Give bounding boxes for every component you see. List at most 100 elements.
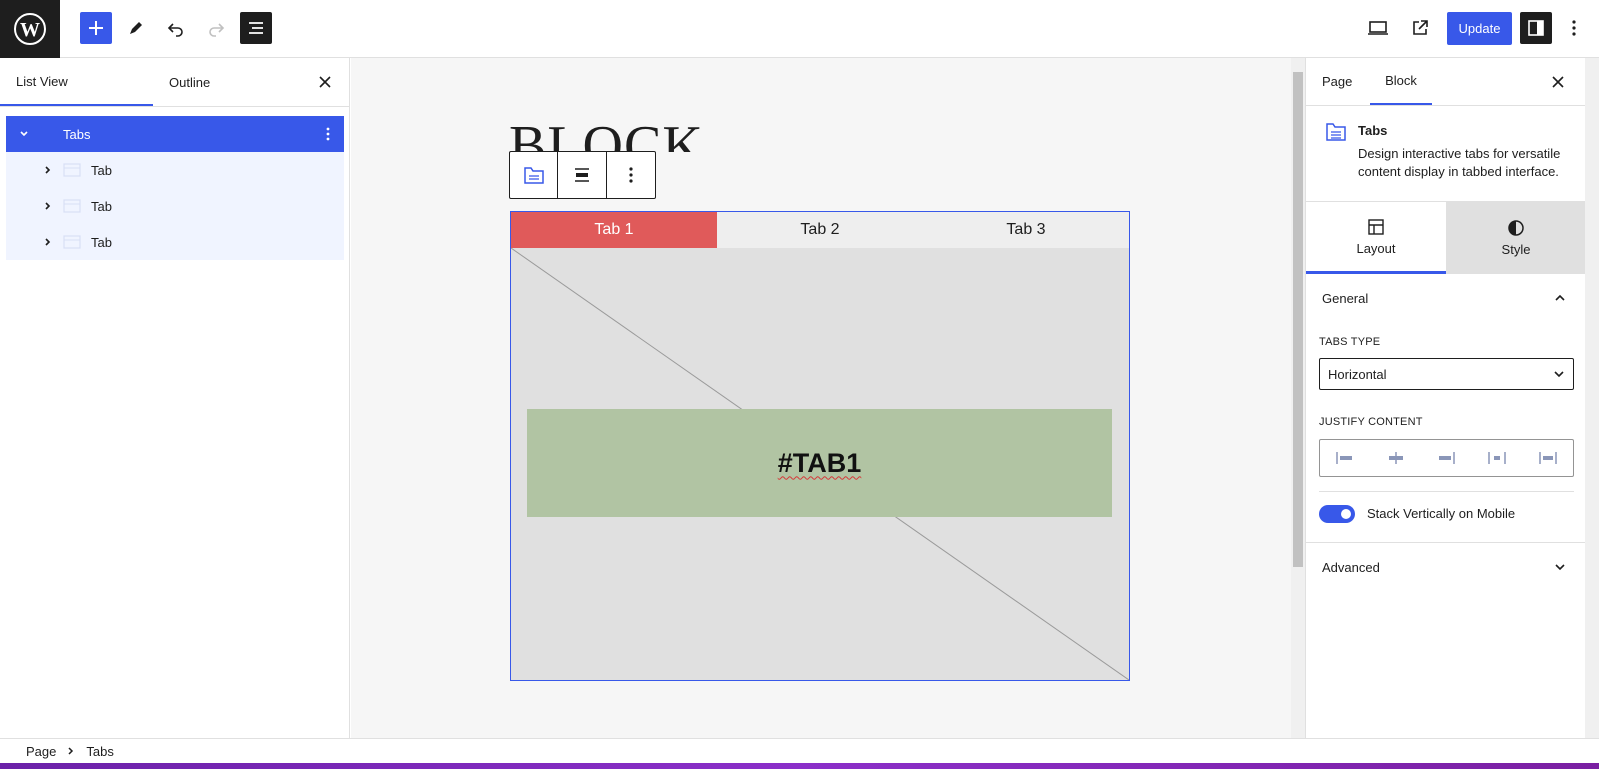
- justify-space-between-icon: [1488, 452, 1506, 464]
- add-block-button[interactable]: [80, 12, 112, 44]
- block-options-button[interactable]: [607, 152, 655, 198]
- list-item-tab[interactable]: Tab: [6, 152, 344, 188]
- list-item-label: Tab: [91, 162, 112, 178]
- update-button[interactable]: Update: [1447, 12, 1512, 45]
- sidebar-tabs: Page Block: [1306, 58, 1586, 106]
- justify-right-button[interactable]: [1421, 440, 1472, 476]
- justify-left-button[interactable]: [1320, 440, 1371, 476]
- general-panel-header[interactable]: General: [1306, 274, 1586, 322]
- justify-stretch-icon: [1538, 452, 1557, 464]
- undo-button[interactable]: [160, 12, 192, 44]
- chevron-right-icon[interactable]: [36, 194, 60, 218]
- tab-block[interactable]: Block: [1370, 58, 1432, 105]
- tab-page[interactable]: Page: [1322, 58, 1370, 105]
- sidebar-scrollbar[interactable]: [1585, 58, 1599, 738]
- settings-button[interactable]: [1520, 12, 1552, 44]
- justify-stretch-button[interactable]: [1522, 440, 1573, 476]
- list-item-label: Tabs: [63, 126, 91, 142]
- tab-outline[interactable]: Outline: [153, 58, 293, 106]
- tabs-block-icon: [523, 167, 544, 184]
- more-vertical-icon: [629, 167, 633, 183]
- chevron-right-icon: [68, 747, 74, 755]
- list-view-icon: [249, 22, 263, 34]
- redo-icon: [209, 23, 225, 37]
- list-view-panel: List View Outline Tabs Tab Tab Tab: [0, 58, 350, 738]
- chevron-down-icon: [1548, 555, 1572, 579]
- tabs-header: Tab 1 Tab 2 Tab 3: [511, 212, 1129, 248]
- justify-content-label: Justify Content: [1319, 416, 1423, 428]
- wordpress-logo-button[interactable]: W: [0, 0, 60, 58]
- align-button[interactable]: [558, 152, 607, 198]
- justify-space-between-button[interactable]: [1472, 440, 1523, 476]
- block-breadcrumb: Page Tabs: [0, 738, 1599, 763]
- list-item-label: Tab: [91, 234, 112, 250]
- justify-left-icon: [1336, 452, 1353, 464]
- tab-style[interactable]: Style: [1446, 202, 1586, 274]
- block-toolbar: [509, 151, 656, 199]
- justify-center-button[interactable]: [1371, 440, 1422, 476]
- chevron-up-icon: [1548, 286, 1572, 310]
- list-item-tabs[interactable]: Tabs: [6, 116, 344, 152]
- advanced-panel-header[interactable]: Advanced: [1306, 543, 1586, 591]
- svg-text:W: W: [20, 19, 40, 41]
- stack-vertically-toggle[interactable]: [1319, 505, 1355, 523]
- tab-layout[interactable]: Layout: [1306, 202, 1446, 274]
- document-overview-button[interactable]: [240, 12, 272, 44]
- external-link-icon: [1413, 20, 1428, 35]
- tab-style-label: Style: [1501, 242, 1531, 257]
- tab-content-panel[interactable]: #TAB1: [527, 409, 1112, 517]
- chevron-down-icon[interactable]: [12, 122, 36, 146]
- page-title[interactable]: BLOCK: [509, 118, 704, 152]
- align-wide-icon: [575, 168, 590, 182]
- close-icon: [1552, 76, 1564, 88]
- divider: [1319, 491, 1574, 492]
- view-page-button[interactable]: [1404, 12, 1436, 44]
- chevron-right-icon[interactable]: [36, 158, 60, 182]
- justify-content-group: [1319, 439, 1574, 477]
- options-button[interactable]: [1560, 12, 1588, 44]
- scrollbar-thumb[interactable]: [1293, 72, 1303, 567]
- more-vertical-icon: [1572, 20, 1576, 36]
- close-list-view-button[interactable]: [314, 70, 336, 94]
- inspector-tabs: Layout Style: [1306, 202, 1586, 274]
- plus-icon: [89, 21, 103, 35]
- more-vertical-icon[interactable]: [318, 122, 338, 146]
- tabs-block[interactable]: Tab 1 Tab 2 Tab 3 #TAB1: [510, 211, 1130, 681]
- block-card-title: Tabs: [1358, 123, 1388, 138]
- editor-canvas[interactable]: BLOCK Tab 1 Tab 2 Tab 3 #TAB1: [351, 58, 1291, 738]
- tabs-type-select[interactable]: Horizontal: [1319, 358, 1574, 390]
- canvas-scrollbar[interactable]: [1291, 58, 1305, 738]
- close-settings-button[interactable]: [1546, 70, 1570, 94]
- tab-list-view[interactable]: List View: [0, 58, 153, 106]
- tools-button[interactable]: [120, 12, 152, 44]
- tab-block-icon: [61, 159, 83, 181]
- desktop-icon: [1368, 21, 1388, 35]
- general-panel-title: General: [1322, 290, 1369, 306]
- view-button[interactable]: [1362, 12, 1394, 44]
- taskbar-strip: [0, 763, 1599, 769]
- tab-2[interactable]: Tab 2: [717, 212, 923, 248]
- block-card-description: Design interactive tabs for versatile co…: [1358, 146, 1561, 179]
- justify-center-icon: [1388, 452, 1403, 464]
- list-item-label: Tab: [91, 198, 112, 214]
- tab-3[interactable]: Tab 3: [923, 212, 1129, 248]
- block-type-button[interactable]: [510, 152, 559, 198]
- breadcrumb-page[interactable]: Page: [26, 744, 56, 759]
- tabs-block-icon: [1326, 123, 1346, 141]
- breadcrumb-tabs[interactable]: Tabs: [86, 744, 113, 759]
- chevron-right-icon[interactable]: [36, 230, 60, 254]
- tabs-type-label: Tabs Type: [1319, 336, 1381, 348]
- tab-layout-label: Layout: [1356, 240, 1396, 256]
- toggle-knob: [1341, 509, 1351, 519]
- tab-1[interactable]: Tab 1: [511, 212, 717, 248]
- list-item-tab[interactable]: Tab: [6, 188, 344, 224]
- tab-block-icon: [61, 195, 83, 217]
- advanced-panel-title: Advanced: [1322, 559, 1380, 575]
- justify-right-icon: [1439, 452, 1456, 464]
- redo-button[interactable]: [200, 12, 232, 44]
- stack-vertically-label[interactable]: Stack Vertically on Mobile: [1367, 506, 1515, 521]
- tabs-block-icon: [38, 123, 60, 145]
- tab-content-heading[interactable]: #TAB1: [778, 448, 862, 479]
- undo-icon: [167, 23, 183, 37]
- list-item-tab[interactable]: Tab: [6, 224, 344, 260]
